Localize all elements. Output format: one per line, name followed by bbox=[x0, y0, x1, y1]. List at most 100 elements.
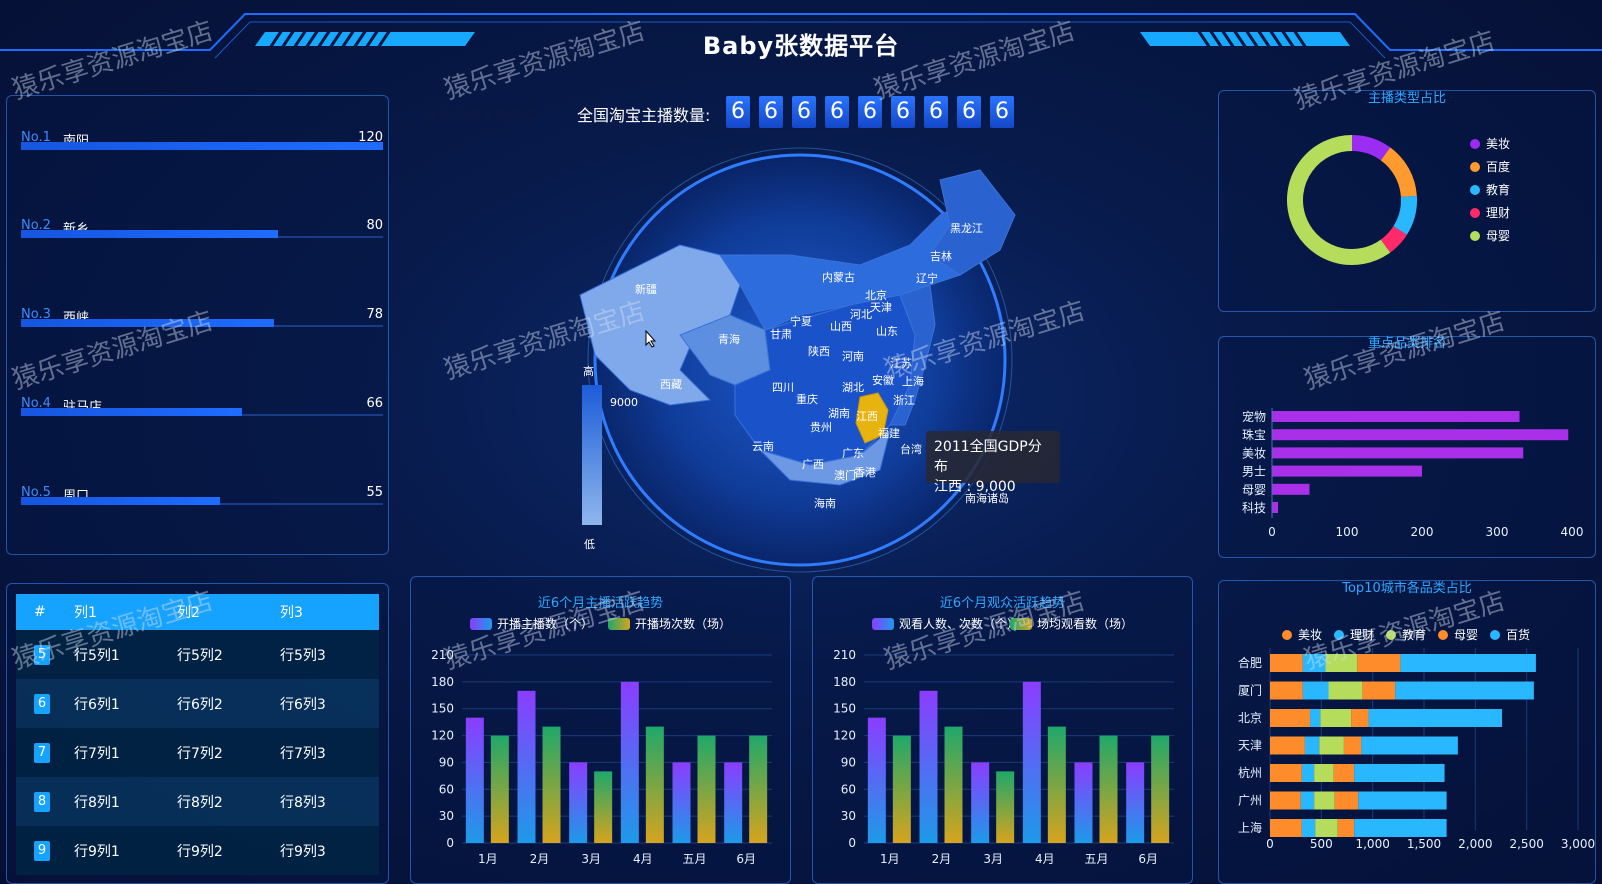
map-label: 江西 bbox=[856, 410, 878, 423]
legend-label: 开播场次数（场） bbox=[635, 617, 732, 631]
rank-item: No.4 驻马店 66 bbox=[21, 396, 383, 436]
rank-value: 55 bbox=[366, 485, 383, 500]
legend-dot-icon bbox=[1438, 630, 1448, 640]
donut-chart[interactable] bbox=[1272, 120, 1432, 280]
bar-series1 bbox=[517, 690, 536, 843]
bar-series1 bbox=[672, 762, 691, 843]
legend-item[interactable]: 理财 bbox=[1334, 626, 1374, 643]
stack-segment bbox=[1270, 736, 1305, 755]
legend-item[interactable]: 美妆 bbox=[1282, 626, 1322, 643]
legend-item[interactable]: 理财 bbox=[1470, 204, 1510, 221]
bar-y-tick-label: 150 bbox=[833, 702, 856, 716]
row-index: 7 bbox=[34, 742, 50, 763]
bar-y-tick-label: 30 bbox=[841, 809, 856, 823]
stack-segment bbox=[1328, 681, 1363, 700]
legend-item[interactable]: 开播主播数（个） bbox=[470, 615, 593, 632]
bar-y-tick-label: 210 bbox=[431, 648, 454, 662]
legend-item[interactable]: 教育 bbox=[1470, 181, 1510, 198]
legend-label: 母婴 bbox=[1454, 628, 1479, 642]
china-map[interactable]: 黑龙江 吉林 辽宁 内蒙古 北京 天津 河北 山西 山东 新疆 青海 甘肃 宁夏… bbox=[560, 135, 1260, 575]
legend-dot-icon bbox=[1282, 630, 1292, 640]
legend-dot-icon bbox=[1386, 630, 1396, 640]
bar-series2 bbox=[944, 726, 963, 843]
stack-segment bbox=[1357, 654, 1401, 672]
map-label: 贵州 bbox=[810, 421, 832, 434]
bar-series2 bbox=[1099, 735, 1118, 843]
donut-slice bbox=[1380, 147, 1417, 198]
legend-item[interactable]: 百度 bbox=[1470, 158, 1510, 175]
stack-segment bbox=[1270, 791, 1301, 810]
bar-series1 bbox=[919, 690, 938, 843]
map-label: 甘肃 bbox=[770, 328, 792, 341]
stack-category-label: 上海 bbox=[1238, 820, 1262, 835]
map-label: 香港 bbox=[854, 466, 876, 479]
bar-x-tick-label: 3月 bbox=[983, 852, 1003, 866]
stack-category-label: 广州 bbox=[1238, 794, 1262, 808]
legend-item[interactable]: 教育 bbox=[1386, 626, 1426, 643]
table-row[interactable]: 5 行5列1 行5列2 行5列3 bbox=[16, 630, 379, 679]
bar1-chart[interactable]: 0 30 60 90 120 150 180 210 1月 2月 3月 4月 五月 6月 bbox=[410, 640, 790, 880]
bar-x-tick-label: 6月 bbox=[1138, 852, 1158, 866]
stack-tick-label: 1,000 bbox=[1355, 837, 1389, 851]
bar-x-tick-label: 2月 bbox=[932, 852, 952, 866]
counter-digit: 6 bbox=[759, 96, 783, 128]
stack-category-label: 杭州 bbox=[1238, 765, 1262, 780]
legend-item[interactable]: 美妆 bbox=[1470, 135, 1510, 152]
stack-category-label: 天津 bbox=[1238, 739, 1262, 753]
table-row[interactable]: 8 行8列1 行8列2 行8列3 bbox=[16, 777, 379, 826]
stack-segment bbox=[1362, 681, 1396, 700]
bar2-chart[interactable]: 0 30 60 90 120 150 180 210 1月 2月 3月 4月 五月 6月 bbox=[812, 640, 1192, 880]
hbar-tick-label: 400 bbox=[1561, 525, 1584, 539]
hbar-category-label: 男士 bbox=[1242, 465, 1266, 479]
bar-series1 bbox=[1074, 762, 1093, 843]
visualmap-value: 9000 bbox=[610, 396, 638, 409]
bar-x-tick-label: 3月 bbox=[581, 852, 601, 866]
rank-item: No.5 周口 55 bbox=[21, 485, 383, 525]
stack-segment bbox=[1301, 764, 1315, 782]
table-row[interactable]: 7 行7列1 行7列2 行7列3 bbox=[16, 728, 379, 777]
stack-segment bbox=[1361, 736, 1458, 755]
legend-label: 美妆 bbox=[1486, 137, 1511, 151]
rank-item: No.1 南阳 120 bbox=[21, 130, 383, 170]
stack-chart[interactable]: 0 500 1,000 1,500 2,000 2,500 3,000 合肥厦门北京天津杭州广… bbox=[1222, 648, 1602, 868]
visualmap-high: 高 bbox=[583, 364, 594, 378]
legend-item[interactable]: 百货 bbox=[1490, 626, 1530, 643]
bar-series2 bbox=[490, 735, 509, 843]
map-label: 河北 bbox=[850, 308, 872, 321]
hbar-title: 重点品类排名 bbox=[1367, 336, 1446, 351]
legend-item[interactable]: 母婴 bbox=[1470, 227, 1510, 244]
stack-tick-label: 500 bbox=[1310, 837, 1333, 851]
hbar-chart[interactable]: 宠物珠宝美妆男士母婴科技0 100 200 300 400 bbox=[1222, 406, 1592, 546]
counter-label: 全国淘宝主播数量: bbox=[577, 106, 711, 125]
bar-series1 bbox=[1022, 681, 1041, 843]
table-cell: 行9列1 bbox=[74, 843, 120, 860]
table-header-cell: 列1 bbox=[74, 605, 97, 621]
map-label: 陕西 bbox=[808, 344, 830, 358]
bar-x-tick-label: 1月 bbox=[478, 852, 498, 866]
stack-segment bbox=[1358, 791, 1447, 810]
bar2-title: 近6个月观众活跃趋势 bbox=[939, 596, 1066, 611]
stack-segment bbox=[1300, 791, 1315, 810]
stack-tick-label: 2,000 bbox=[1458, 837, 1492, 851]
visualmap-bar[interactable] bbox=[582, 385, 602, 525]
legend-swatch-icon bbox=[608, 618, 630, 630]
bar-y-tick-label: 0 bbox=[446, 836, 454, 850]
legend-item[interactable]: 开播场次数（场） bbox=[608, 615, 731, 632]
map-label: 内蒙古 bbox=[822, 270, 855, 284]
table-row[interactable]: 6 行6列1 行6列2 行6列3 bbox=[16, 679, 379, 728]
map-label: 西藏 bbox=[660, 378, 682, 391]
stack-title: Top10城市各品类占比 bbox=[1342, 581, 1472, 596]
table-row[interactable]: 9 行9列1 行9列2 行9列3 bbox=[16, 826, 379, 875]
map-label: 北京 bbox=[865, 288, 887, 302]
rank-panel: No.1 南阳 120 No.2 新乡 80 No.3 西峡 78 No.4 驻… bbox=[6, 95, 389, 555]
legend-item[interactable]: 观看人数、次数（个） bbox=[872, 615, 1019, 632]
legend-item[interactable]: 场均观看数（场） bbox=[1010, 615, 1133, 632]
legend-dot-icon bbox=[1470, 231, 1480, 241]
bar-x-tick-label: 6月 bbox=[736, 852, 756, 866]
hbar-tick-label: 100 bbox=[1336, 525, 1359, 539]
rank-value: 66 bbox=[366, 396, 383, 411]
bar-series2 bbox=[542, 726, 561, 843]
rank-bar bbox=[21, 142, 383, 150]
hbar-bar bbox=[1272, 429, 1569, 441]
legend-item[interactable]: 母婴 bbox=[1438, 626, 1478, 643]
